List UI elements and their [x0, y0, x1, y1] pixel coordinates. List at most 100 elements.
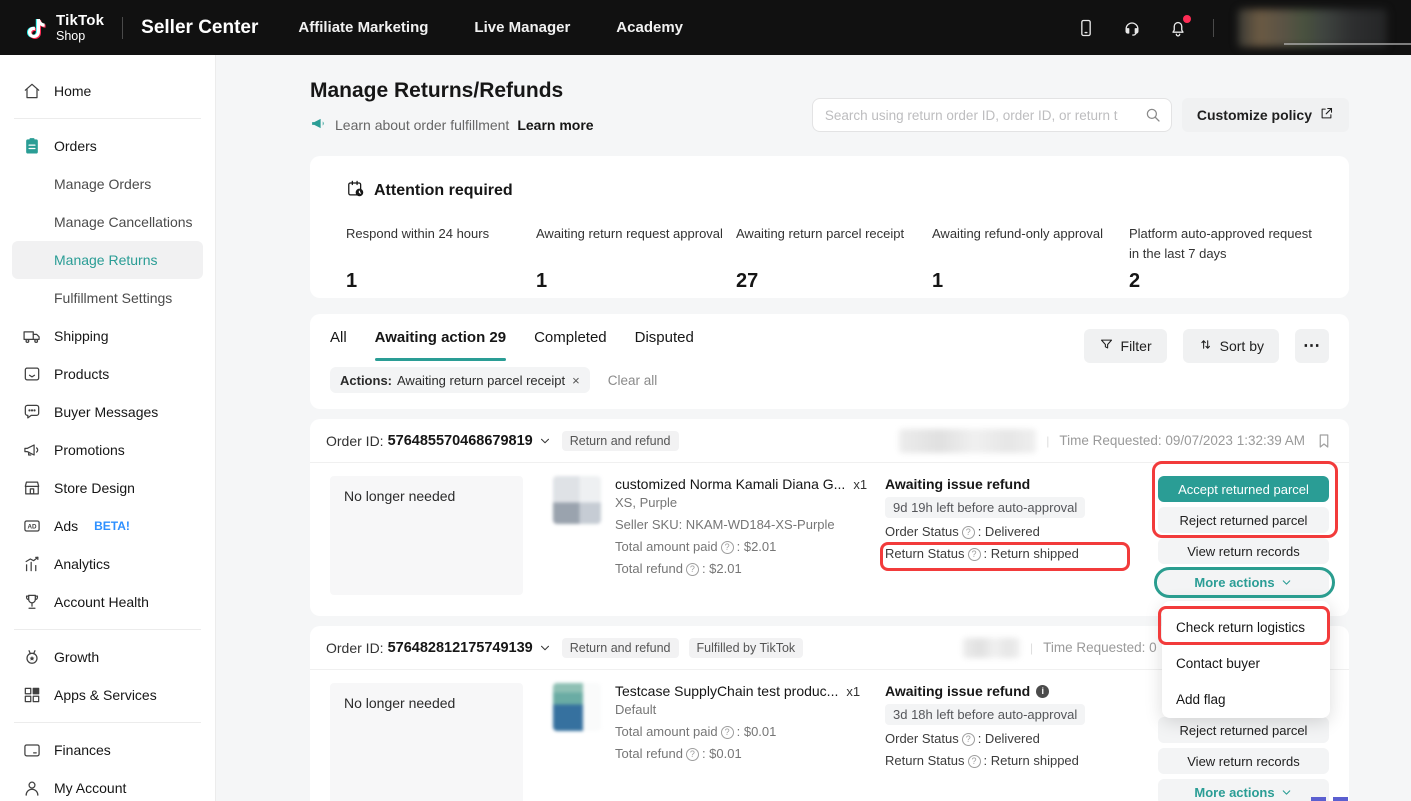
sidebar-item-manage-orders[interactable]: Manage Orders: [12, 165, 203, 203]
link-affiliate-marketing[interactable]: Affiliate Marketing: [298, 19, 428, 36]
stat-label: Awaiting refund-only approval: [932, 224, 1129, 244]
question-circle-icon[interactable]: ?: [721, 726, 734, 739]
chevron-down-icon[interactable]: [538, 641, 552, 655]
tab-all[interactable]: All: [330, 329, 347, 361]
sidebar-item-apps-services[interactable]: Apps & Services: [12, 676, 203, 714]
tiktok-shop-logo[interactable]: TikTok Shop: [24, 13, 104, 43]
return-status-label: Return Status: [885, 750, 965, 772]
sidebar-item-promotions[interactable]: Promotions: [12, 431, 203, 469]
clear-all-link[interactable]: Clear all: [608, 373, 658, 388]
topnav-links: Affiliate Marketing Live Manager Academy: [298, 19, 683, 36]
apps-grid-icon: [22, 685, 42, 705]
stat-value: 1: [346, 270, 536, 293]
notifications-bell-icon[interactable]: [1167, 17, 1189, 39]
header-separator: |: [1046, 434, 1049, 448]
reject-returned-parcel-button[interactable]: Reject returned parcel: [1158, 507, 1329, 533]
question-circle-icon[interactable]: ?: [686, 563, 699, 576]
bookmark-icon[interactable]: [1315, 432, 1333, 450]
chip-close-icon[interactable]: ×: [572, 373, 580, 388]
sidebar-item-manage-returns[interactable]: Manage Returns: [12, 241, 203, 279]
buyer-name-redacted: [963, 638, 1020, 658]
learn-more-link[interactable]: Learn more: [517, 117, 593, 133]
product-variant: XS, Purple: [615, 492, 867, 514]
chevron-down-icon[interactable]: [538, 434, 552, 448]
paid-label: Total amount paid: [615, 721, 718, 743]
account-underline: [1284, 43, 1411, 45]
sidebar-item-fulfillment-settings[interactable]: Fulfillment Settings: [12, 279, 203, 317]
sidebar-item-finances[interactable]: Finances: [12, 731, 203, 769]
more-options-button[interactable]: ⋯: [1295, 329, 1329, 363]
sidebar-item-buyer-messages[interactable]: Buyer Messages: [12, 393, 203, 431]
mobile-app-icon[interactable]: [1075, 17, 1097, 39]
info-circle-icon[interactable]: i: [1036, 685, 1049, 698]
question-circle-icon[interactable]: ?: [686, 748, 699, 761]
attention-title: Attention required: [374, 182, 513, 200]
sidebar-item-shipping[interactable]: Shipping: [12, 317, 203, 355]
refund-value: : $2.01: [702, 558, 742, 580]
view-return-records-button[interactable]: View return records: [1158, 538, 1329, 564]
paid-value: : $2.01: [737, 536, 777, 558]
orders-icon: [22, 136, 42, 156]
buyer-name-redacted: [899, 429, 1036, 453]
sidebar-divider: [14, 722, 201, 723]
link-academy[interactable]: Academy: [616, 19, 683, 36]
question-circle-icon[interactable]: ?: [721, 541, 734, 554]
sidebar-item-label: Ads: [54, 518, 78, 534]
tab-completed[interactable]: Completed: [534, 329, 607, 361]
support-headset-icon[interactable]: [1121, 17, 1143, 39]
sidebar-item-label: Shipping: [54, 328, 109, 344]
stat-value: 1: [536, 270, 736, 293]
sidebar-item-label: Growth: [54, 649, 99, 665]
menu-item-add-flag[interactable]: Add flag: [1162, 681, 1330, 717]
tab-disputed[interactable]: Disputed: [635, 329, 694, 361]
seller-center-title[interactable]: Seller Center: [141, 17, 258, 39]
view-return-records-button[interactable]: View return records: [1158, 748, 1329, 774]
sidebar-item-store-design[interactable]: Store Design: [12, 469, 203, 507]
sidebar-item-products[interactable]: Products: [12, 355, 203, 393]
external-link-icon: [1319, 106, 1334, 124]
sidebar-item-label: Account Health: [54, 594, 149, 610]
account-info-redacted[interactable]: [1238, 9, 1387, 47]
sidebar-item-growth[interactable]: Growth: [12, 638, 203, 676]
sidebar-item-home[interactable]: Home: [12, 72, 203, 110]
tab-awaiting-action[interactable]: Awaiting action 29: [375, 329, 506, 361]
refund-label: Total refund: [615, 558, 683, 580]
reject-returned-parcel-button[interactable]: Reject returned parcel: [1158, 717, 1329, 743]
question-circle-icon[interactable]: ?: [962, 733, 975, 746]
search-input[interactable]: [812, 98, 1172, 132]
sidebar-item-manage-cancellations[interactable]: Manage Cancellations: [12, 203, 203, 241]
time-requested: Time Requested: 0: [1043, 640, 1157, 655]
question-circle-icon[interactable]: ?: [968, 548, 981, 561]
sidebar-divider: [14, 118, 201, 119]
customize-policy-button[interactable]: Customize policy: [1182, 98, 1349, 132]
sort-arrows-icon: [1198, 337, 1213, 355]
more-actions-label: More actions: [1194, 575, 1274, 590]
menu-item-check-return-logistics[interactable]: Check return logistics: [1162, 609, 1330, 645]
more-actions-button[interactable]: More actions: [1158, 779, 1329, 801]
calendar-clock-icon: [346, 179, 365, 203]
product-image[interactable]: [553, 476, 601, 524]
sidebar-item-analytics[interactable]: Analytics: [12, 545, 203, 583]
sidebar-item-orders[interactable]: Orders: [12, 127, 203, 165]
product-box-icon: [22, 364, 42, 384]
time-requested: Time Requested: 09/07/2023 1:32:39 AM: [1059, 433, 1305, 448]
menu-item-contact-buyer[interactable]: Contact buyer: [1162, 645, 1330, 681]
product-name[interactable]: customized Norma Kamali Diana G...: [615, 476, 845, 492]
question-circle-icon[interactable]: ?: [968, 755, 981, 768]
search-icon[interactable]: [1144, 106, 1162, 124]
sort-by-button[interactable]: Sort by: [1183, 329, 1279, 363]
question-circle-icon[interactable]: ?: [962, 526, 975, 539]
sidebar-item-ads[interactable]: AD Ads BETA!: [12, 507, 203, 545]
accept-returned-parcel-button[interactable]: Accept returned parcel: [1158, 476, 1329, 502]
sidebar-item-account-health[interactable]: Account Health: [12, 583, 203, 621]
link-live-manager[interactable]: Live Manager: [474, 19, 570, 36]
product-image[interactable]: [553, 683, 601, 731]
sidebar-item-label: Analytics: [54, 556, 110, 572]
stat-value: 27: [736, 270, 932, 293]
product-name[interactable]: Testcase SupplyChain test produc...: [615, 683, 838, 699]
ads-icon: AD: [22, 516, 42, 536]
filter-button[interactable]: Filter: [1084, 329, 1167, 363]
return-reason: No longer needed: [330, 683, 523, 801]
more-actions-button[interactable]: More actions: [1158, 569, 1329, 595]
sidebar-item-my-account[interactable]: My Account: [12, 769, 203, 801]
